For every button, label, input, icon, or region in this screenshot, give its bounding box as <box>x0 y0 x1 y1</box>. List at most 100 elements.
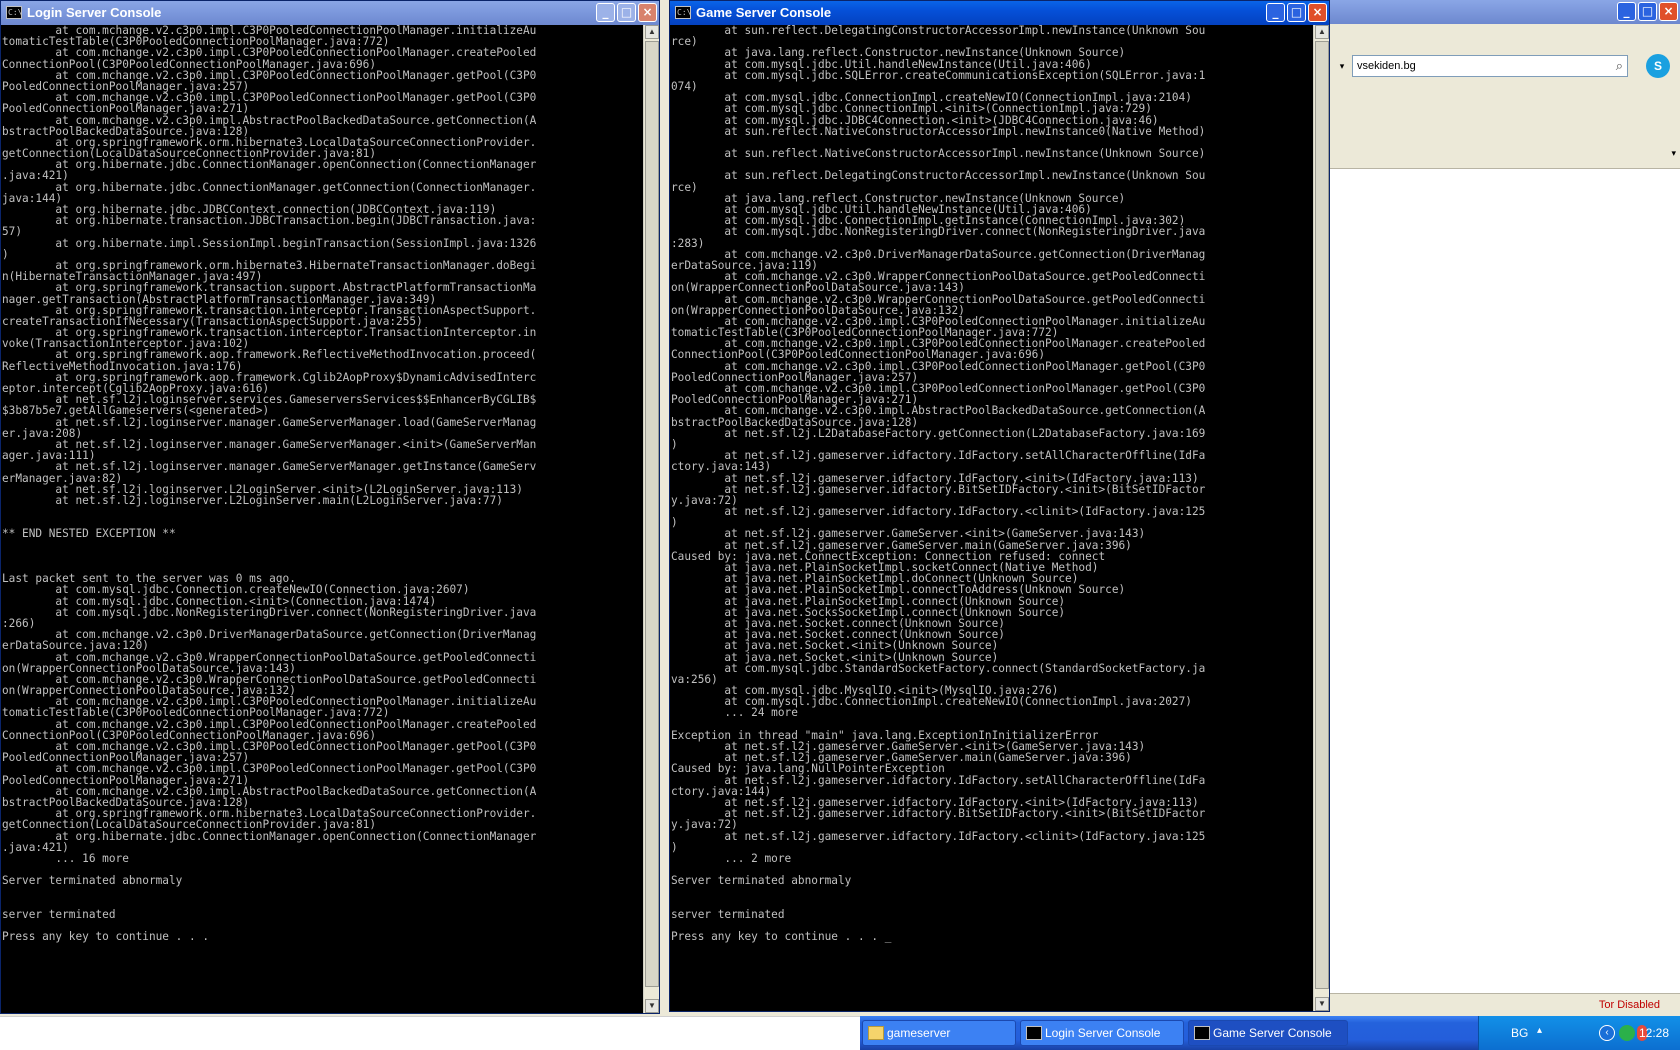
maximize-button[interactable]: □ <box>1287 3 1306 22</box>
folder-icon <box>868 1026 884 1040</box>
console-line: at com.mchange.v2.c3p0.impl.AbstractPool… <box>2 113 537 127</box>
minimize-button[interactable]: _ <box>596 3 615 22</box>
cmd-icon <box>1194 1026 1210 1040</box>
search-engine-dropdown-icon[interactable]: ▾ <box>1334 55 1350 77</box>
console-line: .java:421) <box>2 169 69 183</box>
task-login-server-console[interactable]: Login Server Console <box>1020 1020 1184 1046</box>
task-gameserver[interactable]: gameserver <box>862 1020 1016 1046</box>
game-titlebar[interactable]: C:\ Game Server Console _ □ × <box>670 1 1329 25</box>
chevron-down-icon[interactable]: ▾ <box>1671 148 1676 159</box>
close-button[interactable]: × <box>1308 3 1327 22</box>
console-line: at net.sf.l2j.gameserver.idfactory.IdFac… <box>671 505 1206 519</box>
console-line: Press any key to continue . . . _ <box>671 930 892 944</box>
console-line: at sun.reflect.DelegatingConstructorAcce… <box>671 169 1206 183</box>
skype-tray-icon[interactable] <box>1619 1025 1635 1041</box>
cmd-icon: C:\ <box>6 6 23 19</box>
search-icon[interactable]: ⌕ <box>1616 56 1623 76</box>
console-line: at net.sf.l2j.gameserver.idfactory.BitSe… <box>671 807 1206 821</box>
console-line: getConnection(LocalDataSourceConnectionP… <box>2 818 377 832</box>
browser-statusbar: Tor Disabled <box>1330 993 1680 1016</box>
browser-titlebar: _ □ × <box>1330 0 1680 24</box>
maximize-button[interactable]: □ <box>617 3 636 22</box>
console-line: at net.sf.l2j.gameserver.GameServer.<ini… <box>671 527 1146 541</box>
scroll-up-icon[interactable]: ▲ <box>1315 25 1329 39</box>
window-title: Login Server Console <box>27 5 162 20</box>
close-button[interactable]: × <box>1659 2 1678 21</box>
console-line: $3b87b5e7.getAllGameservers(<generated>) <box>2 404 270 418</box>
scroll-down-icon[interactable]: ▼ <box>1315 997 1329 1011</box>
browser-toolbar: ▾ vsekiden.bg ⌕ S <box>1330 24 1680 145</box>
login-console-output[interactable]: at com.mchange.v2.c3p0.impl.C3P0PooledCo… <box>1 25 643 1013</box>
console-line: at java.lang.reflect.Constructor.newInst… <box>671 46 1126 60</box>
task-label: Login Server Console <box>1045 1026 1161 1040</box>
language-indicator[interactable]: BG <box>1511 1026 1528 1040</box>
console-line: at sun.reflect.NativeConstructorAccessor… <box>671 147 1206 161</box>
console-line: at net.sf.l2j.gameserver.idfactory.IdFac… <box>671 471 1199 485</box>
console-line: Press any key to continue . . . <box>2 930 210 944</box>
arrow-left-icon[interactable]: ‹ <box>1599 1025 1615 1041</box>
cmd-icon <box>1026 1026 1042 1040</box>
browser-tab-bar: ▾ <box>1330 144 1680 169</box>
minimize-button[interactable]: _ <box>1266 3 1285 22</box>
vertical-scrollbar[interactable]: ▲ ▼ <box>1313 25 1329 1011</box>
console-line: at org.hibernate.jdbc.ConnectionManager.… <box>2 829 537 843</box>
clock: 12:28 <box>1638 1026 1669 1040</box>
search-input-value: vsekiden.bg <box>1357 60 1416 72</box>
task-label: Game Server Console <box>1213 1026 1332 1040</box>
console-line: ... 16 more <box>2 851 129 865</box>
console-line: at net.sf.l2j.loginserver.manager.GameSe… <box>2 460 537 474</box>
console-line: at com.mchange.v2.c3p0.impl.C3P0PooledCo… <box>2 46 537 60</box>
cmd-icon: C:\ <box>675 6 692 19</box>
console-line: at com.mchange.v2.c3p0.WrapperConnection… <box>671 292 1206 306</box>
task-game-server-console[interactable]: Game Server Console <box>1188 1020 1348 1046</box>
console-line: at java.net.Socket.<init>(Unknown Source… <box>671 650 999 664</box>
console-line: at com.mysql.jdbc.StandardSocketFactory.… <box>671 661 1206 675</box>
console-line: at com.mysql.jdbc.NonRegisteringDriver.c… <box>671 225 1206 239</box>
vertical-scrollbar[interactable]: ▲ ▼ <box>643 25 659 1013</box>
game-console-output[interactable]: at sun.reflect.DelegatingConstructorAcce… <box>670 25 1313 1011</box>
scroll-thumb[interactable] <box>1315 41 1329 989</box>
console-line: erManager.java:82) <box>2 471 123 485</box>
console-line: ... 2 more <box>671 851 792 865</box>
console-line: at net.sf.l2j.loginserver.L2LoginServer.… <box>2 493 503 507</box>
console-line: at net.sf.l2j.L2DatabaseFactory.getConne… <box>671 426 1206 440</box>
console-line: Caused by: java.lang.NullPointerExceptio… <box>671 762 945 776</box>
console-line: ** END NESTED EXCEPTION ** <box>2 527 176 541</box>
minimize-button[interactable]: _ <box>1617 2 1636 21</box>
scroll-up-icon[interactable]: ▲ <box>645 25 659 39</box>
console-line: server terminated <box>671 907 785 921</box>
console-line: at com.mysql.jdbc.NonRegisteringDriver.c… <box>2 605 537 619</box>
console-line: at org.hibernate.transaction.JDBCTransac… <box>2 214 537 228</box>
console-line: at com.mchange.v2.c3p0.impl.C3P0PooledCo… <box>2 762 537 776</box>
close-button[interactable]: × <box>638 3 657 22</box>
console-line: at net.sf.l2j.gameserver.idfactory.IdFac… <box>671 829 1206 843</box>
console-line: at net.sf.l2j.loginserver.manager.GameSe… <box>2 415 537 429</box>
skype-icon[interactable]: S <box>1646 54 1670 78</box>
scroll-thumb[interactable] <box>645 41 659 987</box>
search-input[interactable]: vsekiden.bg ⌕ <box>1352 55 1628 77</box>
tray-chevron-icon[interactable]: ▴ <box>1537 1025 1542 1036</box>
console-line: at com.mysql.jdbc.ConnectionImpl.<init>(… <box>671 102 1152 116</box>
console-line: server terminated <box>2 907 116 921</box>
game-server-console-window[interactable]: C:\ Game Server Console _ □ × at sun.ref… <box>669 0 1330 1012</box>
login-titlebar[interactable]: C:\ Login Server Console _ □ × <box>1 1 659 25</box>
console-line: at java.net.Socket.<init>(Unknown Source… <box>671 639 999 653</box>
scroll-down-icon[interactable]: ▼ <box>645 999 659 1013</box>
console-line: at org.hibernate.jdbc.ConnectionManager.… <box>2 180 537 194</box>
console-line: Server terminated abnormaly <box>671 874 852 888</box>
console-line: ... 24 more <box>671 706 798 720</box>
console-line: at com.mysql.jdbc.JDBC4Connection.<init>… <box>671 113 1159 127</box>
maximize-button[interactable]: □ <box>1638 2 1657 21</box>
console-line: at java.net.PlainSocketImpl.connectToAdd… <box>671 583 1126 597</box>
browser-window: _ □ × ▾ vsekiden.bg ⌕ S ▾ Tor Disabled <box>1330 0 1680 1016</box>
console-line: at org.springframework.aop.framework.Ref… <box>2 348 537 362</box>
console-line: at org.hibernate.impl.SessionImpl.beginT… <box>2 236 537 250</box>
tor-status[interactable]: Tor Disabled <box>1599 994 1660 1016</box>
console-line: y.java:72) <box>671 818 738 832</box>
console-line: at com.mchange.v2.c3p0.impl.AbstractPool… <box>671 404 1206 418</box>
login-server-console-window[interactable]: C:\ Login Server Console _ □ × at com.mc… <box>0 0 660 1014</box>
console-line: tomaticTestTable(C3P0PooledConnectionPoo… <box>2 706 390 720</box>
